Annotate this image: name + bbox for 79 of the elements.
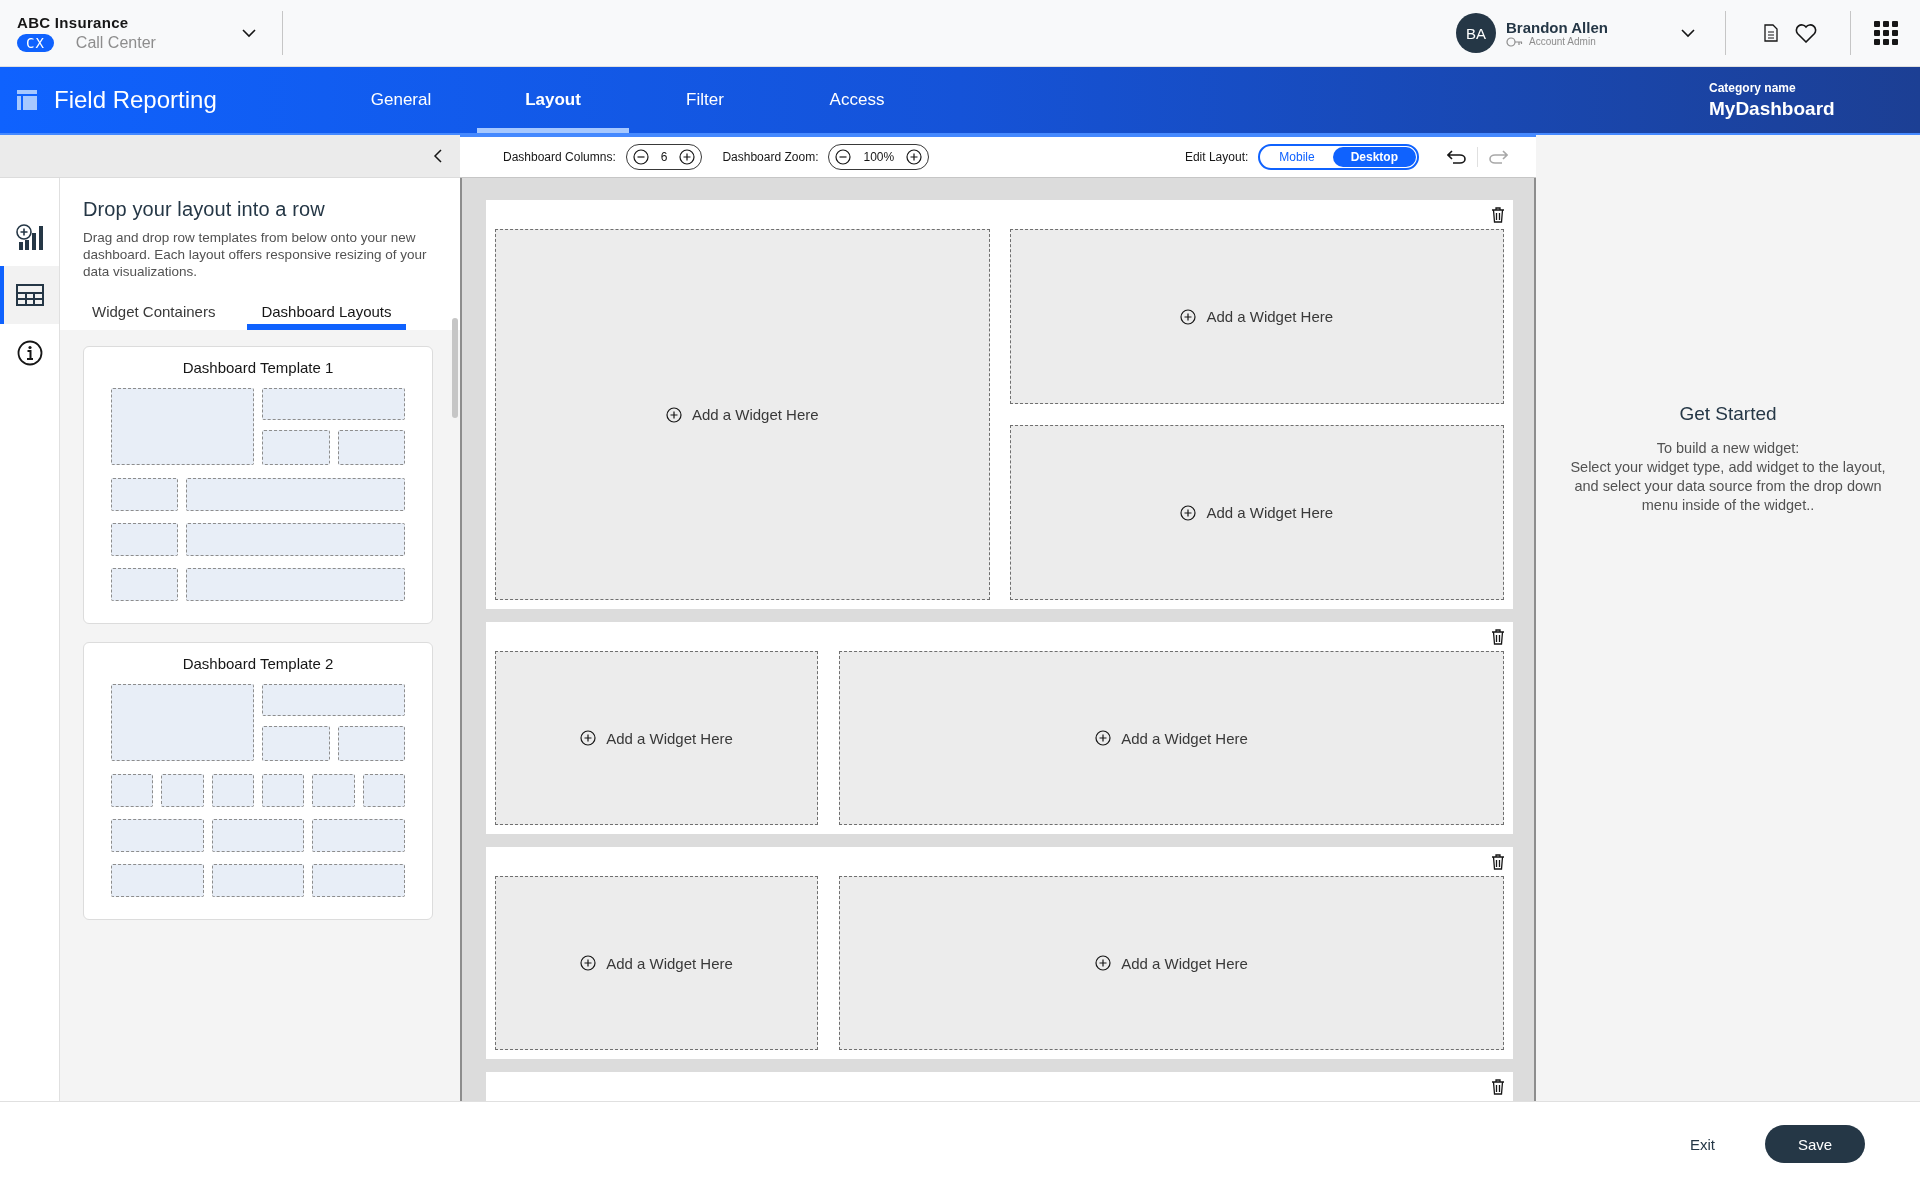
panel-description: Drag and drop row templates from below onto your new dashboard. Each layout offers responsive resizing of your data visualizations. xyxy=(83,229,428,280)
table-icon xyxy=(15,284,44,306)
layout-mode-option[interactable]: Desktop xyxy=(1332,147,1416,167)
user-avatar: BA xyxy=(1456,13,1496,53)
delete-row-button[interactable] xyxy=(1491,628,1505,645)
trash-icon xyxy=(1491,853,1505,870)
template-card[interactable]: Dashboard Template 1 xyxy=(83,346,433,624)
template-card[interactable]: Dashboard Template 2 xyxy=(83,642,433,920)
chevron-down-icon xyxy=(1681,28,1695,38)
delete-row-button[interactable] xyxy=(1491,206,1505,223)
delete-row-button[interactable] xyxy=(1491,853,1505,870)
add-widget-button[interactable]: Add a Widget Here xyxy=(576,725,737,751)
plus-circle-icon xyxy=(1095,955,1112,971)
plus-circle-icon xyxy=(580,955,597,971)
user-menu-button[interactable] xyxy=(1681,28,1695,38)
info-text: Select your widget type, add widget to the layout, and select your data source from the drop down menu inside of the widget.. xyxy=(1569,458,1887,515)
minus-circle-icon xyxy=(632,149,649,165)
chevron-down-icon xyxy=(242,28,256,38)
undo-button[interactable] xyxy=(1447,150,1467,164)
decrease-button[interactable] xyxy=(835,149,852,165)
panel-title: Drop your layout into a row xyxy=(83,198,326,221)
plus-circle-icon xyxy=(679,149,696,165)
heart-icon[interactable] xyxy=(1795,23,1817,43)
increase-button[interactable] xyxy=(679,149,696,165)
trash-icon xyxy=(1491,206,1505,223)
info-title: Get Started xyxy=(1679,403,1777,425)
increase-button[interactable] xyxy=(906,149,923,165)
trash-icon xyxy=(1491,1078,1505,1095)
document-icon[interactable] xyxy=(1764,24,1778,42)
collapse-button[interactable] xyxy=(431,147,444,165)
add-widget-button[interactable]: Add a Widget Here xyxy=(1091,950,1252,976)
add-widget-button[interactable]: Add a Widget Here xyxy=(576,950,737,976)
info-icon xyxy=(16,340,43,366)
add-widget-button[interactable]: Add a Widget Here xyxy=(1176,304,1338,329)
decrease-button[interactable] xyxy=(632,149,649,165)
nav-tab[interactable]: General xyxy=(325,67,477,133)
trash-icon xyxy=(1491,628,1505,645)
apps-menu-icon[interactable] xyxy=(1874,21,1898,45)
save-button[interactable]: Save xyxy=(1765,1125,1865,1163)
plus-circle-icon xyxy=(1180,504,1197,521)
panel-tab[interactable]: Dashboard Layouts xyxy=(247,297,406,330)
plus-circle-icon xyxy=(1095,730,1112,746)
template-title: Dashboard Template 1 xyxy=(182,359,334,376)
app-title: Field Reporting xyxy=(54,86,217,114)
org-unit-label: Call Center xyxy=(75,34,156,52)
info-intro: To build a new widget: xyxy=(1655,439,1801,458)
plus-circle-icon xyxy=(1180,308,1197,325)
redo-icon xyxy=(1488,150,1508,164)
category-name: MyDashboard xyxy=(1709,97,1836,120)
product-badge: CX xyxy=(17,34,54,52)
org-name: ABC Insurance xyxy=(17,14,130,31)
add-widget-button[interactable]: Add a Widget Here xyxy=(1176,500,1338,525)
user-role: Account Admin xyxy=(1529,36,1596,47)
zoom-label: Dashboard Zoom: xyxy=(722,150,819,164)
undo-icon xyxy=(1447,150,1467,164)
category-label: Category name xyxy=(1709,80,1797,95)
delete-row-button[interactable] xyxy=(1491,1078,1505,1095)
layout-icon xyxy=(16,89,38,111)
template-title: Dashboard Template 2 xyxy=(182,655,334,672)
exit-button[interactable]: Exit xyxy=(1660,1127,1745,1161)
add-chart-icon xyxy=(14,223,45,251)
key-icon xyxy=(1506,35,1523,48)
nav-tab[interactable]: Access xyxy=(781,67,933,133)
minus-circle-icon xyxy=(835,149,852,165)
columns-label: Dashboard Columns: xyxy=(503,150,616,164)
user-name: Brandon Allen xyxy=(1506,18,1609,36)
add-widget-button[interactable]: Add a Widget Here xyxy=(1091,725,1252,751)
plus-circle-icon xyxy=(580,730,597,746)
org-dropdown-button[interactable] xyxy=(242,28,256,38)
plus-circle-icon xyxy=(906,149,923,165)
nav-tab[interactable]: Filter xyxy=(629,67,781,133)
chevron-left-icon xyxy=(433,149,442,163)
plus-circle-icon xyxy=(665,406,682,423)
panel-tab[interactable]: Widget Containers xyxy=(78,297,230,330)
edit-layout-label: Edit Layout: xyxy=(1184,150,1249,164)
stepper-value: 100% xyxy=(863,150,895,164)
stepper-value: 6 xyxy=(660,150,668,164)
add-widget-button[interactable]: Add a Widget Here xyxy=(661,402,823,427)
sidebar-tab[interactable] xyxy=(0,266,59,324)
